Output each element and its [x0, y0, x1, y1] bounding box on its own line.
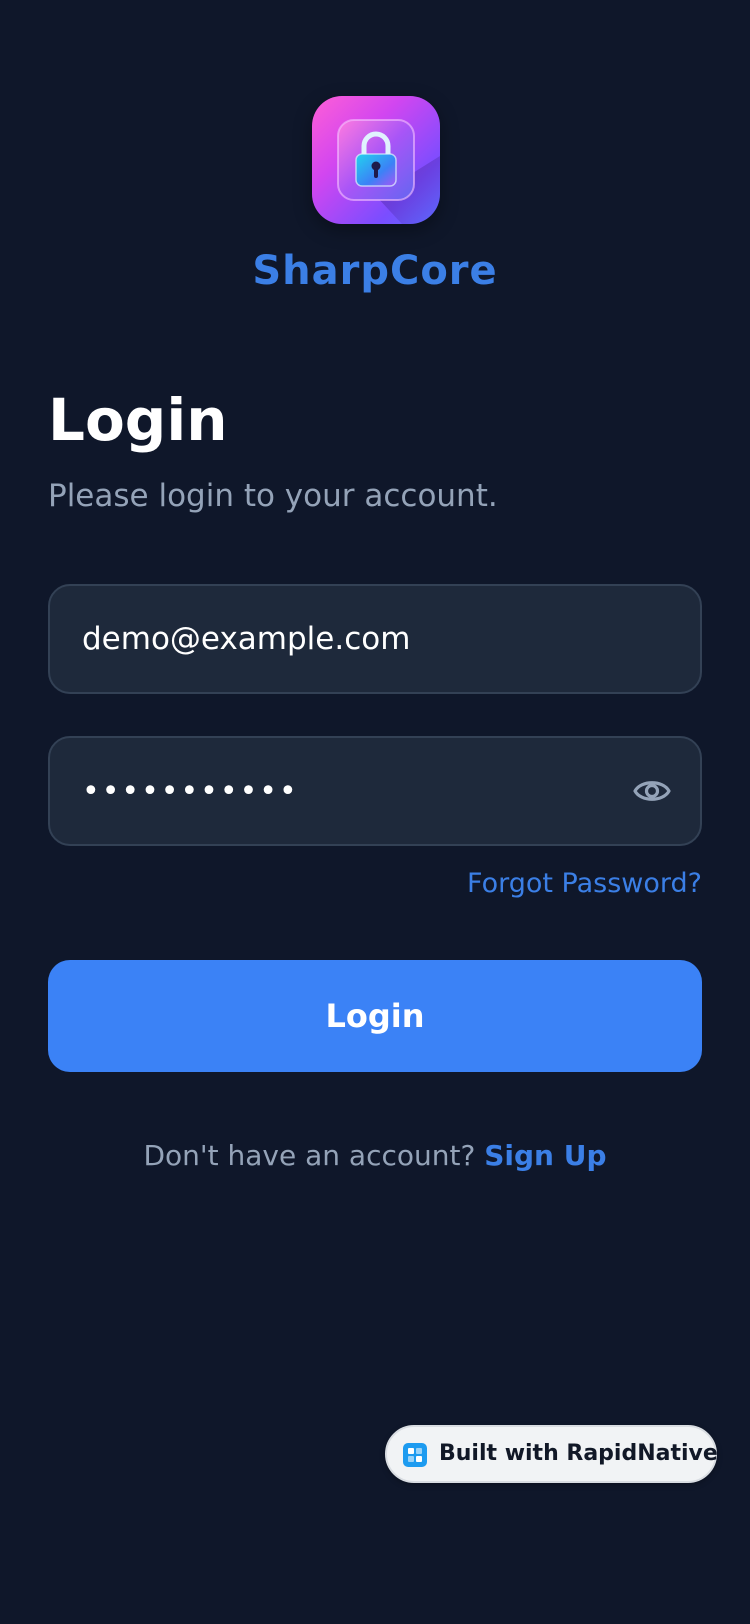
login-screen: SharpCore Login Please login to your acc… — [0, 0, 750, 1624]
email-input[interactable] — [82, 586, 622, 692]
page-title: Login — [48, 386, 228, 454]
eye-icon[interactable] — [632, 773, 672, 809]
forgot-password-link[interactable]: Forgot Password? — [467, 866, 702, 902]
built-with-badge[interactable]: Built with RapidNative — [385, 1425, 718, 1483]
login-button[interactable]: Login — [48, 960, 702, 1072]
rapidnative-logo-icon — [403, 1443, 427, 1467]
email-field[interactable] — [48, 584, 702, 694]
password-input[interactable] — [82, 738, 622, 844]
brand-name: SharpCore — [252, 248, 498, 294]
signup-prompt-row: Don't have an account? Sign Up — [0, 1136, 750, 1176]
app-logo — [312, 96, 440, 224]
badge-label: Built with RapidNative — [439, 1441, 718, 1466]
password-field[interactable] — [48, 736, 702, 846]
sign-up-link[interactable]: Sign Up — [484, 1139, 606, 1172]
page-subtitle: Please login to your account. — [48, 478, 498, 514]
signup-prompt-text: Don't have an account? — [143, 1139, 485, 1172]
padlock-app-icon — [337, 119, 440, 224]
